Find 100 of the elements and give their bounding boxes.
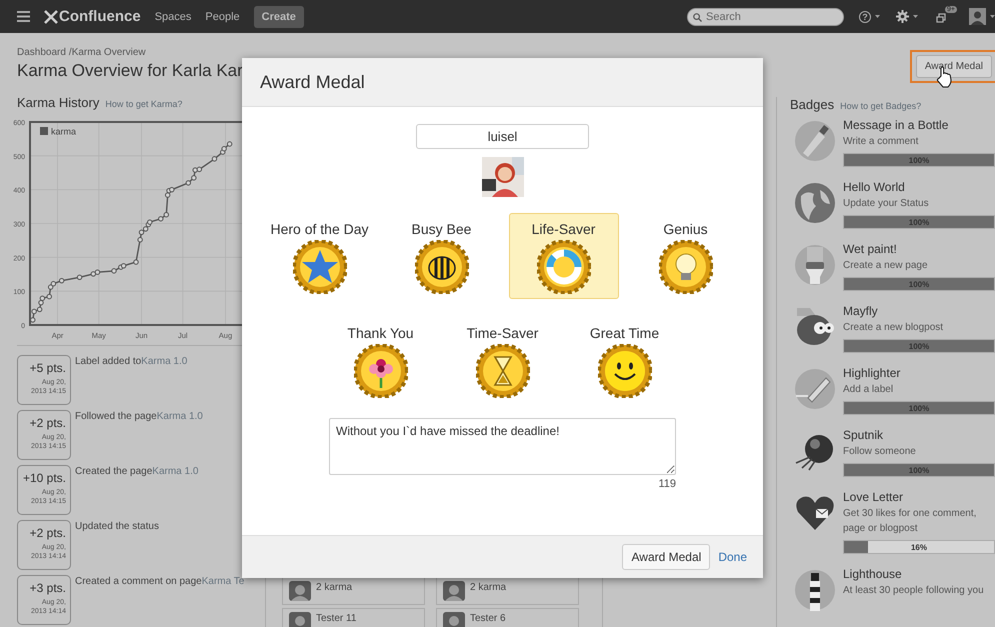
user-card[interactable]: Tester 6 bbox=[436, 608, 579, 627]
point bbox=[133, 259, 139, 265]
medal-option[interactable]: Hero of the Day bbox=[264, 213, 374, 299]
medal-option[interactable]: Time-Saver bbox=[448, 317, 558, 403]
point bbox=[137, 237, 143, 242]
user-avatar-icon bbox=[443, 612, 465, 627]
point bbox=[31, 308, 37, 314]
user-avatar-icon bbox=[289, 581, 311, 601]
notification-icon[interactable] bbox=[936, 10, 948, 22]
smiley-medal-icon bbox=[598, 344, 652, 398]
medal-option[interactable]: Thank You bbox=[326, 317, 436, 403]
points-value: +10 pts. bbox=[22, 471, 66, 486]
caret-icon bbox=[990, 15, 995, 18]
help-link[interactable]: How to get Karma? bbox=[105, 99, 182, 109]
nav-link[interactable]: People bbox=[205, 10, 240, 22]
progress-reading: 16% bbox=[910, 542, 927, 552]
point bbox=[196, 166, 202, 172]
done-link[interactable]: Done bbox=[718, 550, 747, 564]
point bbox=[221, 146, 227, 152]
point bbox=[40, 296, 46, 301]
progress-reading: 100% bbox=[908, 404, 930, 412]
badge-name: Sputnik bbox=[843, 427, 884, 444]
user-name: 2 karma bbox=[470, 582, 506, 594]
badge-description: Create a new page bbox=[843, 259, 929, 273]
character-counter: 119 bbox=[658, 478, 676, 490]
legend-label: karma bbox=[51, 126, 76, 136]
section-title: Karma History bbox=[17, 95, 100, 110]
bulb-medal-icon bbox=[658, 240, 712, 294]
nav-link[interactable]: Spaces bbox=[154, 10, 192, 22]
point bbox=[94, 270, 100, 275]
activity-text: Updated the status bbox=[75, 521, 160, 534]
create-button[interactable]: Create bbox=[254, 6, 304, 28]
points-value: +3 pts. bbox=[30, 581, 66, 596]
medal-option[interactable]: Life-Saver bbox=[508, 213, 618, 299]
point bbox=[164, 192, 170, 198]
point bbox=[90, 271, 96, 277]
lighthouse-icon bbox=[794, 569, 836, 611]
medal-option[interactable]: Busy Bee bbox=[386, 213, 496, 299]
points-value: +2 pts. bbox=[30, 526, 66, 541]
points-value: +2 pts. bbox=[30, 416, 66, 431]
paintbrush-icon bbox=[794, 244, 836, 286]
creature-icon bbox=[794, 306, 836, 348]
point bbox=[50, 281, 56, 286]
user-avatar-icon bbox=[443, 581, 465, 601]
bottle-icon bbox=[794, 120, 836, 162]
caret-icon bbox=[913, 15, 918, 18]
flower-medal-icon bbox=[354, 344, 408, 398]
page-title: Karma Overview for Karla Kar bbox=[17, 60, 243, 82]
points-value: +5 pts. bbox=[30, 361, 66, 376]
badge-name: Hello World bbox=[843, 179, 906, 196]
point bbox=[147, 219, 152, 225]
caret-icon bbox=[875, 15, 880, 18]
help-menu[interactable]: ? bbox=[859, 10, 872, 22]
point bbox=[158, 216, 164, 222]
globe-icon bbox=[794, 182, 836, 224]
badge-description: Follow someone bbox=[843, 445, 917, 459]
search-field[interactable]: Search bbox=[687, 8, 844, 26]
help-link[interactable]: How to get Badges? bbox=[840, 101, 922, 111]
progress-reading: 100% bbox=[908, 466, 930, 474]
dialog-title: Award Medal bbox=[260, 72, 365, 92]
user-avatar[interactable] bbox=[969, 8, 986, 25]
point bbox=[142, 226, 148, 232]
point bbox=[46, 294, 52, 300]
point bbox=[138, 230, 144, 235]
breadcrumb-link[interactable]: /Karma Overview bbox=[68, 47, 146, 59]
badge-name: Mayfly bbox=[843, 303, 879, 320]
badge-description: Get 30 likes for one comment, page or blogpost bbox=[843, 507, 978, 536]
pencil-icon bbox=[794, 368, 836, 410]
badge-name: Lighthouse bbox=[843, 566, 903, 583]
settings-icon[interactable] bbox=[896, 10, 910, 23]
hourglass-medal-icon bbox=[476, 344, 530, 398]
point bbox=[164, 212, 169, 218]
award-medal-button[interactable]: Award Medal bbox=[622, 544, 710, 570]
badge-description: Add a label bbox=[843, 383, 894, 397]
progress-reading: 100% bbox=[908, 218, 930, 226]
bee-medal-icon bbox=[414, 240, 468, 294]
section-title: Badges bbox=[790, 97, 834, 112]
product-logo[interactable]: Confluence bbox=[59, 8, 141, 25]
user-avatar-icon bbox=[289, 612, 311, 627]
breadcrumb-link[interactable]: Dashboard bbox=[17, 47, 66, 59]
legend-swatch bbox=[40, 127, 48, 135]
user-card[interactable]: Tester 11 bbox=[282, 608, 425, 627]
badge-name: Wet paint! bbox=[843, 241, 898, 258]
badge-description: Update your Status bbox=[843, 197, 930, 211]
point bbox=[120, 263, 126, 268]
activity-text: Created the pageKarma 1.0 bbox=[75, 466, 200, 479]
point bbox=[48, 284, 54, 290]
point bbox=[36, 306, 42, 312]
medal-option[interactable]: Genius bbox=[630, 213, 740, 299]
badge-description: Write a comment bbox=[843, 135, 920, 149]
activity-text: Followed the pageKarma 1.0 bbox=[75, 411, 204, 424]
medal-option[interactable]: Great Time bbox=[570, 317, 680, 403]
progress-reading: 100% bbox=[908, 342, 930, 350]
point bbox=[111, 268, 117, 274]
menu-icon[interactable] bbox=[17, 11, 30, 22]
recipient-field[interactable]: luisel bbox=[416, 124, 589, 149]
activity-text: Label added toKarma 1.0 bbox=[75, 356, 188, 369]
user-name: Tester 6 bbox=[470, 613, 506, 625]
message-field[interactable]: Without you I`d have missed the deadline! bbox=[329, 418, 676, 475]
point bbox=[58, 278, 64, 284]
